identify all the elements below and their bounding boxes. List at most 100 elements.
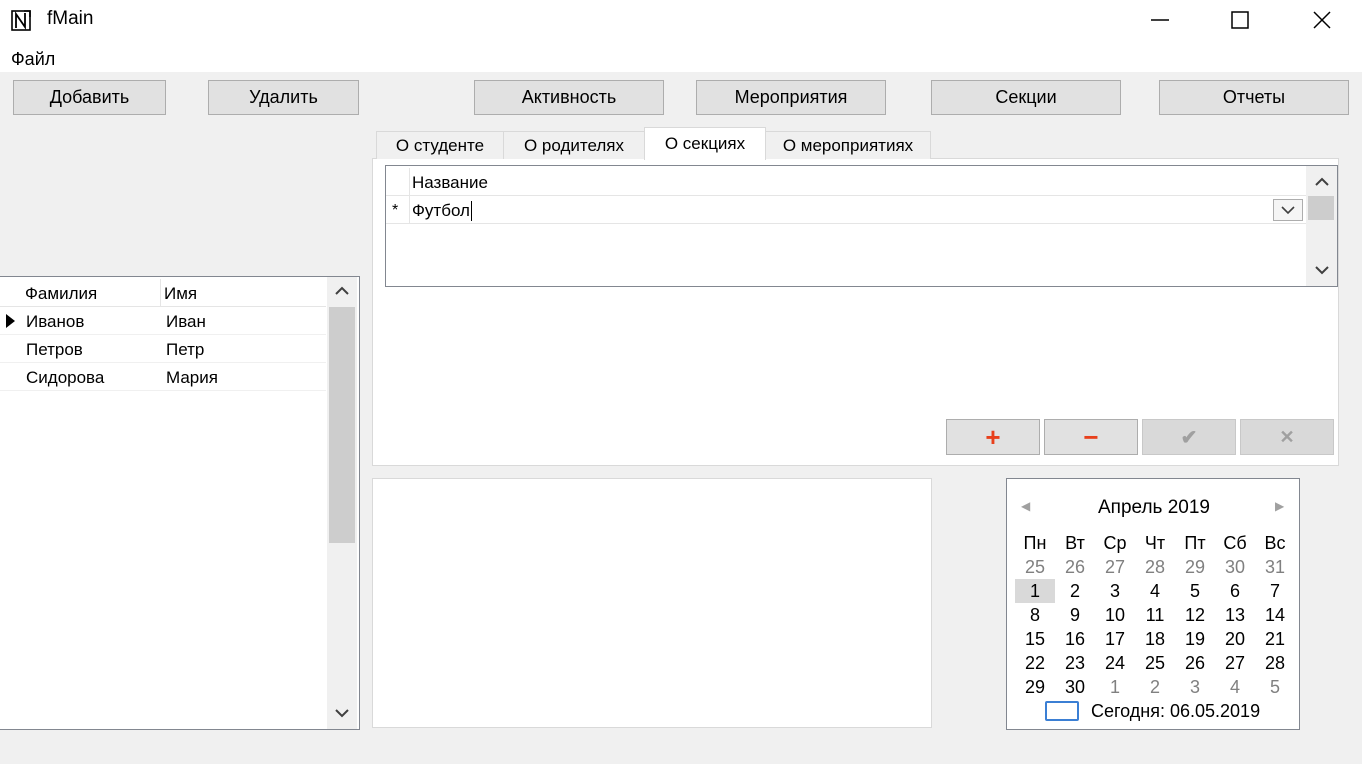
calendar-day[interactable]: 3 — [1095, 579, 1135, 603]
cell-first-name[interactable]: Иван — [166, 312, 206, 332]
calendar-day[interactable]: 29 — [1015, 675, 1055, 699]
calendar-day[interactable]: 18 — [1135, 627, 1175, 651]
calendar-week-row: 15 16 17 18 19 20 21 — [1015, 627, 1295, 651]
activity-button[interactable]: Активность — [474, 80, 664, 115]
menu-file[interactable]: Файл — [11, 49, 55, 70]
calendar-day[interactable]: 27 — [1095, 555, 1135, 579]
calendar-day[interactable]: 1 — [1095, 675, 1135, 699]
calendar-day[interactable]: 17 — [1095, 627, 1135, 651]
calendar-day[interactable]: 25 — [1135, 651, 1175, 675]
calendar-day[interactable]: 5 — [1175, 579, 1215, 603]
calendar-day[interactable]: 10 — [1095, 603, 1135, 627]
calendar-day[interactable]: 28 — [1135, 555, 1175, 579]
calendar-day[interactable]: 21 — [1255, 627, 1295, 651]
calendar-day[interactable]: 26 — [1175, 651, 1215, 675]
minimize-button[interactable] — [1120, 0, 1200, 40]
table-row[interactable]: Сидорова Мария — [0, 363, 326, 391]
calendar-day[interactable]: 16 — [1055, 627, 1095, 651]
maximize-icon — [1231, 11, 1249, 29]
sections-grid-scrollbar[interactable] — [1306, 166, 1337, 286]
calendar-day[interactable]: 31 — [1255, 555, 1295, 579]
calendar-day[interactable]: 5 — [1255, 675, 1295, 699]
calendar-day[interactable]: 12 — [1175, 603, 1215, 627]
cell-last-name[interactable]: Петров — [26, 340, 83, 360]
scroll-thumb[interactable] — [329, 307, 355, 543]
navigator-cancel-button[interactable]: ✕ — [1240, 419, 1334, 455]
tab-about-student[interactable]: О студенте — [376, 131, 504, 159]
cell-last-name[interactable]: Иванов — [26, 312, 84, 332]
students-grid-header: Фамилия Имя — [0, 279, 326, 307]
menu-bar: Файл — [0, 40, 1362, 72]
calendar-day[interactable]: 14 — [1255, 603, 1295, 627]
scroll-up-icon[interactable] — [1314, 176, 1330, 188]
tab-about-events[interactable]: О мероприятиях — [765, 131, 931, 159]
cancel-icon: ✕ — [1279, 426, 1295, 447]
sections-grid-header: Название — [386, 168, 1306, 196]
delete-button[interactable]: Удалить — [208, 80, 359, 115]
sections-grid[interactable]: Название * Футбол — [385, 165, 1338, 287]
calendar-day[interactable]: 28 — [1255, 651, 1295, 675]
cell-first-name[interactable]: Мария — [166, 368, 218, 388]
next-month-icon[interactable]: ▶ — [1275, 499, 1284, 513]
column-header-last-name[interactable]: Фамилия — [25, 284, 97, 304]
navigator-post-button[interactable]: ✔ — [1142, 419, 1236, 455]
table-row[interactable]: * Футбол — [386, 196, 1306, 224]
events-button[interactable]: Мероприятия — [696, 80, 886, 115]
scroll-down-icon[interactable] — [1314, 264, 1330, 276]
calendar-day[interactable]: 4 — [1135, 579, 1175, 603]
calendar-day[interactable]: 9 — [1055, 603, 1095, 627]
students-grid-scrollbar[interactable] — [327, 277, 357, 729]
navigator-delete-button[interactable]: − — [1044, 419, 1138, 455]
scroll-thumb[interactable] — [1308, 196, 1334, 220]
tab-about-sections[interactable]: О секциях — [644, 127, 766, 160]
calendar-day[interactable]: 4 — [1215, 675, 1255, 699]
calendar-day[interactable]: 15 — [1015, 627, 1055, 651]
calendar-day[interactable]: 24 — [1095, 651, 1135, 675]
add-button[interactable]: Добавить — [13, 80, 166, 115]
table-row[interactable]: Иванов Иван — [0, 307, 326, 335]
info-panel — [372, 478, 932, 728]
calendar-day[interactable]: 29 — [1175, 555, 1215, 579]
cell-first-name[interactable]: Петр — [166, 340, 204, 360]
scroll-up-icon[interactable] — [334, 285, 350, 297]
students-grid[interactable]: Фамилия Имя Иванов Иван Петров Петр Сидо… — [0, 276, 360, 730]
maximize-button[interactable] — [1200, 0, 1280, 40]
calendar-day[interactable]: 27 — [1215, 651, 1255, 675]
calendar-day[interactable]: 13 — [1215, 603, 1255, 627]
close-button[interactable] — [1282, 0, 1362, 40]
calendar-day[interactable]: 30 — [1215, 555, 1255, 579]
column-header-name[interactable]: Название — [412, 173, 488, 193]
calendar-month-title[interactable]: Апрель 2019 — [1007, 497, 1301, 519]
month-calendar[interactable]: ◀ Апрель 2019 ▶ Пн Вт Ср Чт Пт Сб Вс 25 2… — [1006, 478, 1300, 730]
calendar-day[interactable]: 22 — [1015, 651, 1055, 675]
calendar-day[interactable]: 25 — [1015, 555, 1055, 579]
calendar-day[interactable]: 1 — [1015, 579, 1055, 603]
weekday-label: Вс — [1264, 533, 1286, 553]
section-name-editor[interactable]: Футбол — [412, 201, 472, 221]
navigator-add-button[interactable]: + — [946, 419, 1040, 455]
calendar-day[interactable]: 19 — [1175, 627, 1215, 651]
sections-button[interactable]: Секции — [931, 80, 1121, 115]
reports-button[interactable]: Отчеты — [1159, 80, 1349, 115]
calendar-day[interactable]: 2 — [1135, 675, 1175, 699]
calendar-day[interactable]: 7 — [1255, 579, 1295, 603]
table-row[interactable]: Петров Петр — [0, 335, 326, 363]
calendar-day[interactable]: 20 — [1215, 627, 1255, 651]
cell-last-name[interactable]: Сидорова — [26, 368, 104, 388]
today-label[interactable]: Сегодня: 06.05.2019 — [1091, 701, 1260, 722]
section-dropdown-button[interactable] — [1273, 199, 1303, 221]
calendar-day[interactable]: 8 — [1015, 603, 1055, 627]
calendar-day[interactable]: 30 — [1055, 675, 1095, 699]
calendar-grid: Пн Вт Ср Чт Пт Сб Вс 25 26 27 28 29 30 31 1 2 3 4 5… — [1015, 531, 1295, 699]
calendar-day[interactable]: 3 — [1175, 675, 1215, 699]
column-header-first-name[interactable]: Имя — [164, 284, 197, 304]
calendar-day[interactable]: 11 — [1135, 603, 1175, 627]
calendar-day[interactable]: 26 — [1055, 555, 1095, 579]
calendar-week-row: 1234567 — [1015, 579, 1295, 603]
tab-about-parents[interactable]: О родителях — [503, 131, 645, 159]
calendar-day[interactable]: 2 — [1055, 579, 1095, 603]
weekday-label: Ср — [1103, 533, 1127, 553]
scroll-down-icon[interactable] — [334, 707, 350, 719]
calendar-day[interactable]: 6 — [1215, 579, 1255, 603]
calendar-day[interactable]: 23 — [1055, 651, 1095, 675]
